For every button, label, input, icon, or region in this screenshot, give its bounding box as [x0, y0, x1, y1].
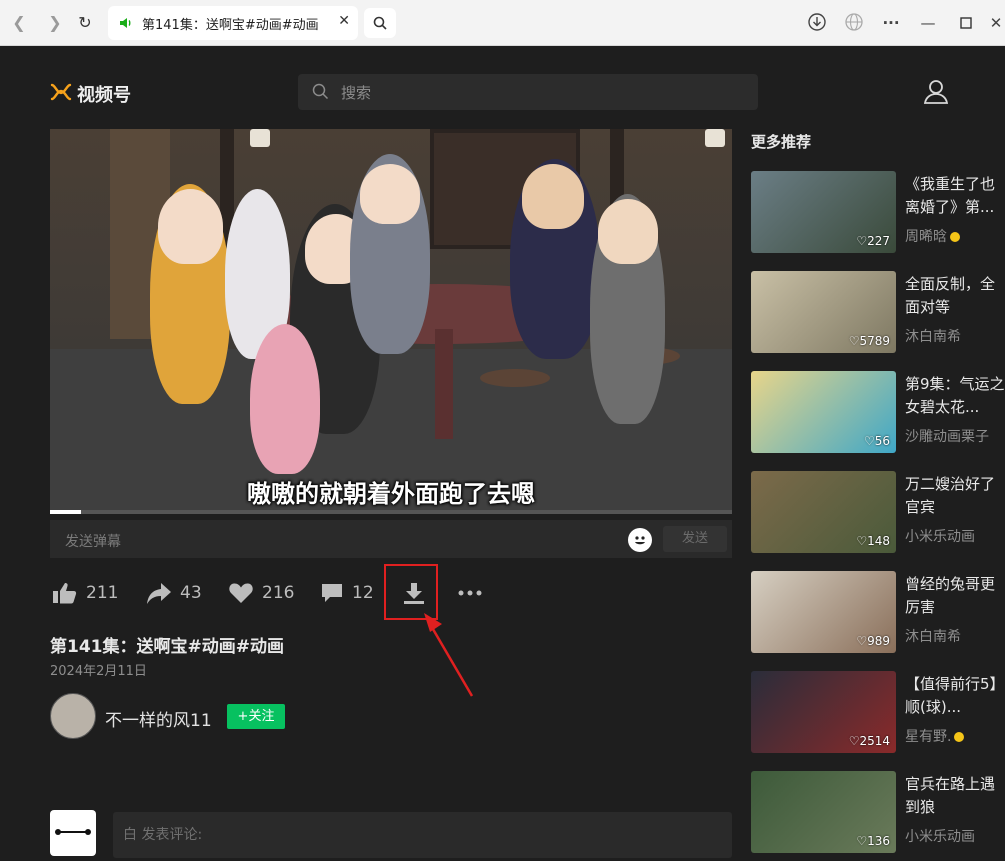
recommendation-likes: ♡56 — [863, 434, 890, 448]
tab-title: 第141集：送啊宝#动画#动画 — [142, 18, 319, 33]
danmaku-bar: 发送弹幕 发送 — [50, 520, 732, 558]
browser-chrome: ❮ ❯ ↻ 第141集：送啊宝#动画#动画 ✕ ··· — ✕ — [0, 0, 1005, 46]
comment-placeholder: 白 发表评论: — [123, 827, 203, 843]
more-menu-icon[interactable]: ··· — [880, 12, 902, 34]
close-window-icon[interactable]: ✕ — [985, 12, 1005, 34]
search-icon — [312, 83, 329, 100]
video-progress-fill — [50, 510, 81, 514]
recommendation-likes: ♡227 — [856, 234, 890, 248]
annotation-arrow-icon — [424, 613, 474, 697]
video-character — [250, 324, 320, 474]
recommendation-thumbnail[interactable]: ♡56 — [751, 371, 896, 453]
heart-icon — [229, 583, 253, 603]
recommendation-item[interactable]: ♡5789 全面反制，全面对等沐白南希 — [751, 271, 1005, 353]
search-input[interactable]: 搜索 — [298, 74, 758, 110]
video-progress-bar[interactable] — [50, 510, 732, 514]
share-count: 43 — [180, 583, 202, 603]
comment-input[interactable]: 白 发表评论: — [113, 812, 732, 858]
follow-button[interactable]: +关注 — [227, 704, 285, 729]
forward-icon[interactable]: ❯ — [44, 12, 66, 34]
search-icon — [373, 16, 387, 30]
recommendation-title[interactable]: 第9集：气运之女碧太花... — [905, 373, 1005, 419]
recommendation-title[interactable]: 【值得前行5】顺(球)... — [905, 673, 1005, 719]
favorite-count: 216 — [262, 583, 295, 603]
recommendations-heading: 更多推荐 — [751, 133, 812, 151]
recommendation-thumbnail[interactable]: ♡227 — [751, 171, 896, 253]
maximize-icon[interactable] — [955, 12, 977, 34]
video-character-face — [158, 189, 223, 264]
download-status-icon[interactable] — [806, 12, 828, 34]
globe-icon[interactable] — [843, 12, 865, 34]
danmaku-input[interactable]: 发送弹幕 — [65, 531, 121, 551]
recommendation-thumbnail[interactable]: ♡989 — [751, 571, 896, 653]
recommendation-likes: ♡148 — [856, 534, 890, 548]
thumbs-up-icon — [53, 583, 77, 604]
current-user-avatar — [50, 810, 96, 856]
share-icon — [147, 583, 171, 604]
emoji-icon[interactable] — [628, 528, 652, 552]
video-character-face — [360, 164, 420, 224]
video-scene-table-leg — [435, 329, 453, 439]
sound-icon — [120, 18, 131, 28]
recommendation-thumbnail[interactable]: ♡2514 — [751, 671, 896, 753]
favorite-button[interactable]: 216 — [228, 580, 294, 606]
recommendation-likes: ♡5789 — [848, 334, 890, 348]
recommendation-title[interactable]: 全面反制，全面对等 — [905, 273, 1005, 319]
video-character-face — [522, 164, 584, 229]
verified-badge-icon — [950, 232, 960, 242]
recommendation-title[interactable]: 曾经的兔哥更厉害 — [905, 573, 1005, 619]
author-name[interactable]: 不一样的风11 — [105, 706, 212, 731]
recommendation-title[interactable]: 万二嫂治好了官宾 — [905, 473, 1005, 519]
recommendation-title[interactable]: 官兵在路上遇到狼 — [905, 773, 1005, 819]
recommendation-likes: ♡136 — [856, 834, 890, 848]
recommendation-item[interactable]: ♡136 官兵在路上遇到狼小米乐动画 — [751, 771, 1005, 853]
recommendation-author[interactable]: 小米乐动画 — [905, 526, 975, 546]
recommendation-item[interactable]: ♡2514 【值得前行5】顺(球)... 星有野. — [751, 671, 1005, 753]
recommendation-author[interactable]: 小米乐动画 — [905, 826, 975, 846]
video-date: 2024年2月11日 — [50, 664, 147, 679]
back-icon[interactable]: ❮ — [8, 12, 30, 34]
recommendation-thumbnail[interactable]: ♡5789 — [751, 271, 896, 353]
like-count: 211 — [86, 583, 119, 603]
verified-badge-icon — [954, 732, 965, 742]
comment-button[interactable]: 12 — [320, 580, 374, 606]
recommendation-title[interactable]: 《我重生了也离婚了》第... — [905, 173, 1005, 219]
recommendation-likes: ♡989 — [856, 634, 890, 648]
video-title: 第141集：送啊宝#动画#动画 — [50, 637, 284, 657]
more-actions-button[interactable] — [457, 580, 491, 606]
reload-icon[interactable]: ↻ — [74, 12, 96, 34]
recommendation-likes: ♡2514 — [848, 734, 890, 748]
more-icon — [458, 590, 482, 596]
recommendation-item[interactable]: ♡989 曾经的兔哥更厉害沐白南希 — [751, 571, 1005, 653]
video-subtitle: 嗷嗷的就朝着外面跑了去嗯 — [247, 480, 535, 508]
share-button[interactable]: 43 — [146, 580, 202, 606]
close-tab-icon[interactable]: ✕ — [338, 13, 350, 29]
comment-icon — [322, 584, 342, 602]
recommendation-author[interactable]: 星有野. — [905, 726, 965, 746]
send-danmaku-button[interactable]: 发送 — [663, 526, 727, 552]
recommendation-item[interactable]: ♡227 《我重生了也离婚了》第... 周晞晗 — [751, 171, 1005, 253]
video-character-face — [598, 199, 658, 264]
app-logo-text[interactable]: 视频号 — [77, 81, 131, 107]
channels-logo-icon — [50, 83, 72, 101]
video-scene-stool — [480, 369, 550, 387]
recommendation-author[interactable]: 周晞晗 — [905, 226, 960, 246]
browser-tab[interactable]: 第141集：送啊宝#动画#动画 ✕ — [108, 6, 358, 40]
video-player[interactable]: 嗷嗷的就朝着外面跑了去嗯 — [50, 129, 732, 514]
user-icon[interactable] — [923, 79, 949, 105]
recommendation-thumbnail[interactable]: ♡148 — [751, 471, 896, 553]
author-avatar[interactable] — [50, 693, 96, 739]
search-placeholder: 搜索 — [341, 84, 372, 102]
recommendation-thumbnail[interactable]: ♡136 — [751, 771, 896, 853]
like-button[interactable]: 211 — [52, 580, 118, 606]
recommendation-author[interactable]: 沐白南希 — [905, 326, 961, 346]
minimize-icon[interactable]: — — [917, 12, 939, 34]
recommendation-item[interactable]: ♡148 万二嫂治好了官宾小米乐动画 — [751, 471, 1005, 553]
comment-count: 12 — [352, 583, 374, 603]
recommendation-item[interactable]: ♡56 第9集：气运之女碧太花... 沙雕动画栗子 — [751, 371, 1005, 453]
recommendation-author[interactable]: 沙雕动画栗子 — [905, 426, 989, 446]
tab-search-button[interactable] — [364, 8, 396, 38]
recommendation-author[interactable]: 沐白南希 — [905, 626, 961, 646]
